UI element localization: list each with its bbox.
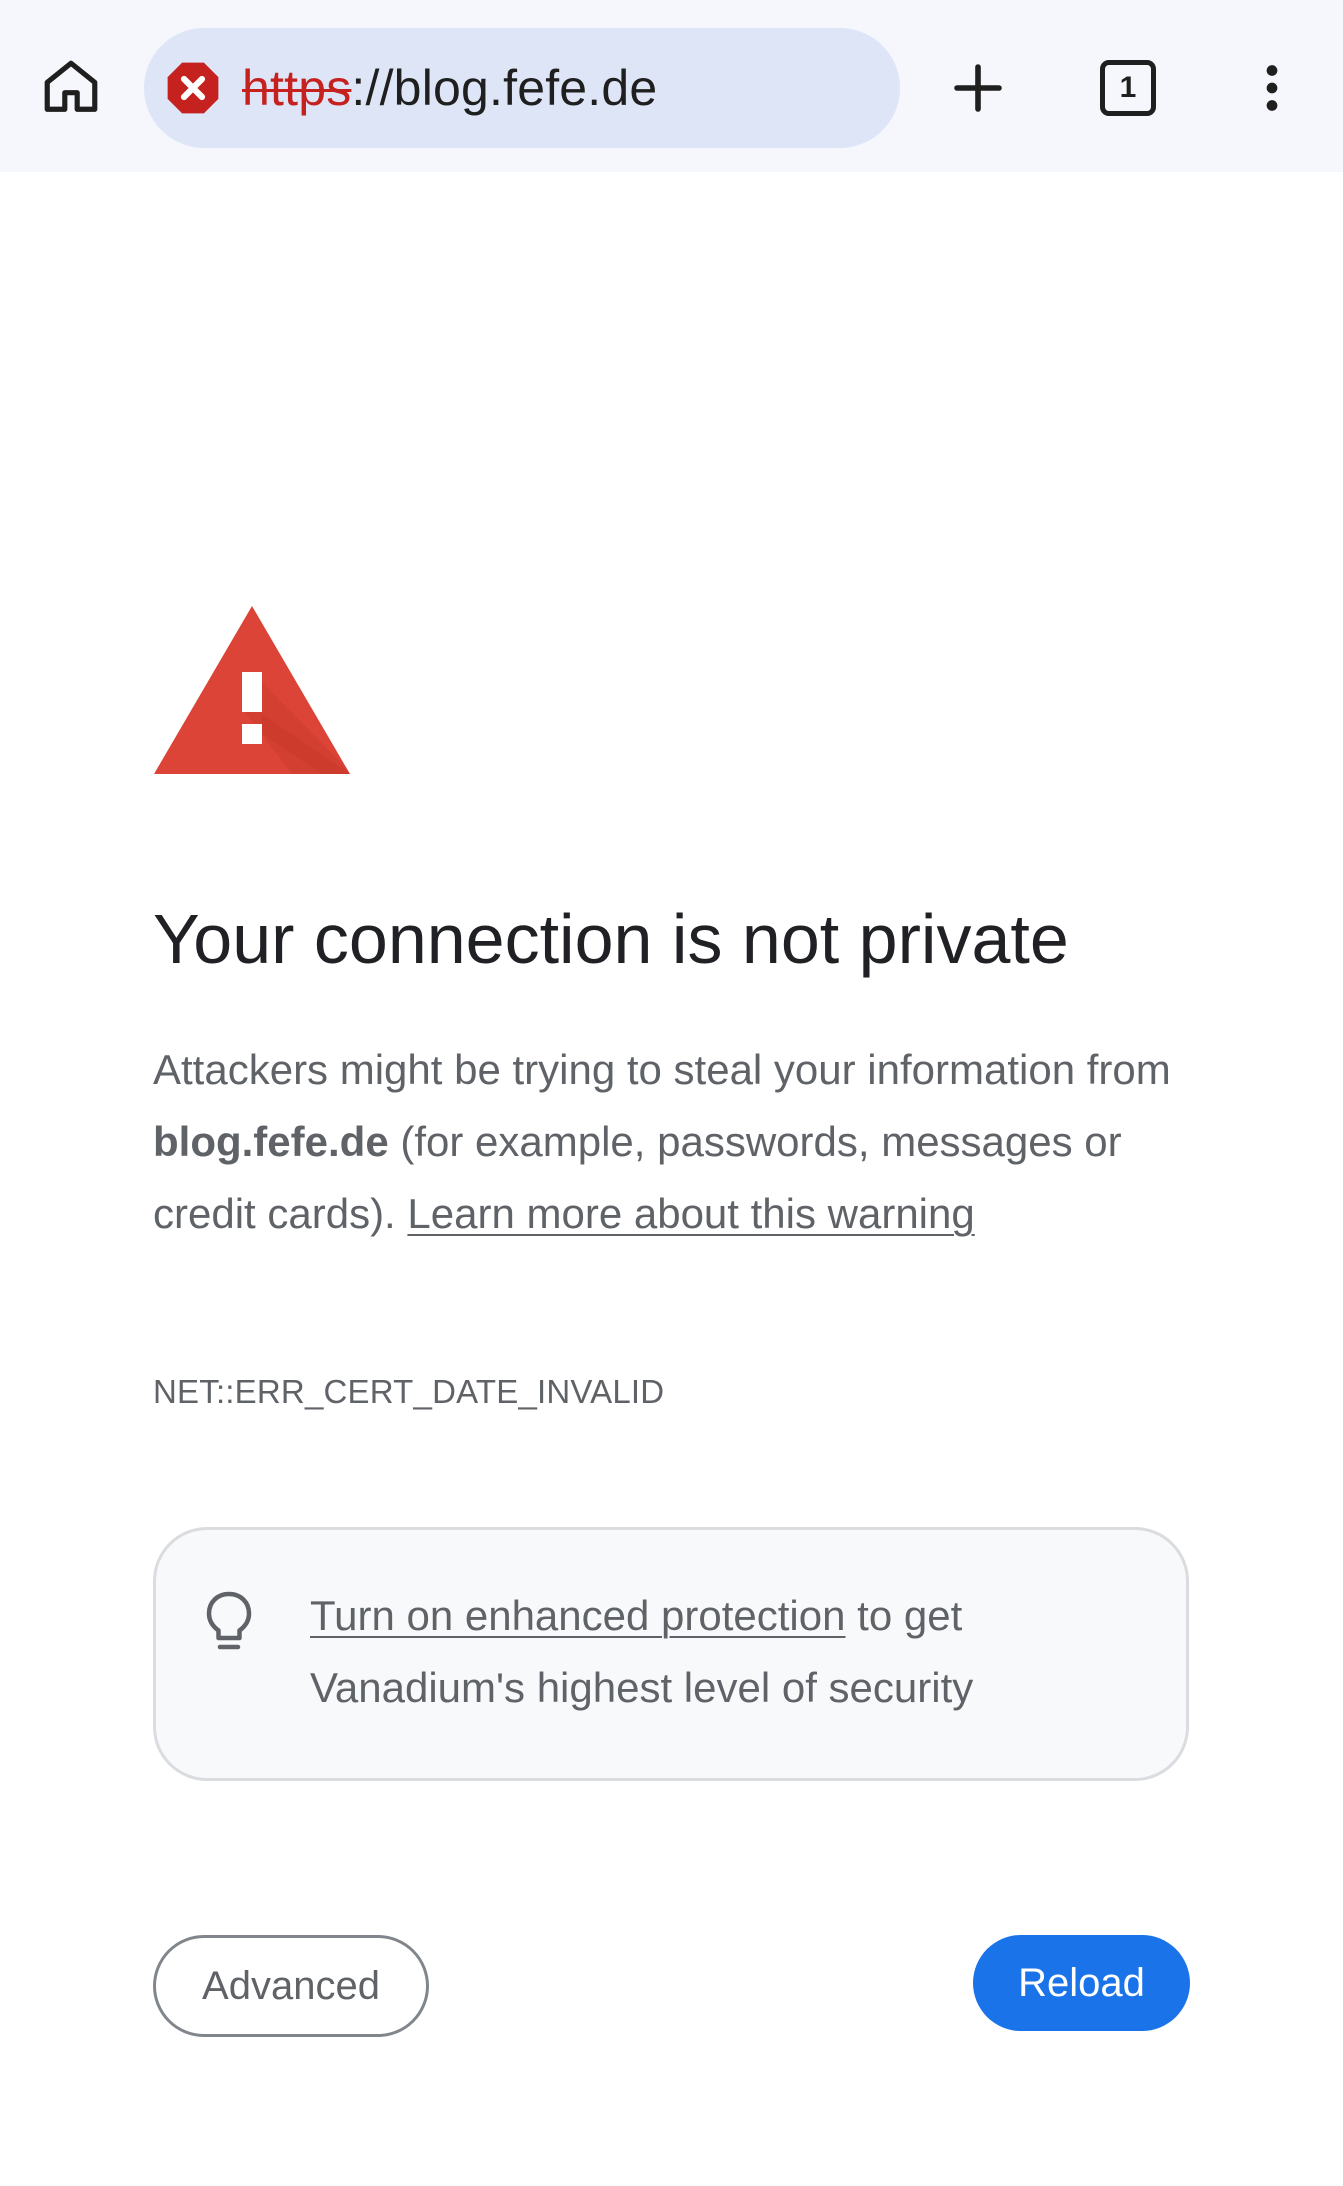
warning-triangle-icon <box>154 606 350 774</box>
tab-switcher-button[interactable]: 1 <box>1092 52 1164 124</box>
enhanced-protection-card: Turn on enhanced protection to get Vanad… <box>153 1527 1189 1781</box>
menu-button[interactable] <box>1236 52 1308 124</box>
url-scheme: https <box>242 60 352 116</box>
enhanced-protection-text: Turn on enhanced protection to get Vanad… <box>310 1580 1140 1724</box>
tab-count: 1 <box>1100 60 1156 116</box>
enhanced-protection-link[interactable]: Turn on enhanced protection <box>310 1592 845 1639</box>
learn-more-link[interactable]: Learn more about this warning <box>407 1190 974 1237</box>
address-bar[interactable]: https://blog.fefe.de <box>144 28 900 148</box>
description-prefix: Attackers might be trying to steal your … <box>153 1046 1171 1093</box>
new-tab-button[interactable] <box>942 52 1014 124</box>
lightbulb-icon <box>206 1591 252 1650</box>
plus-icon <box>954 64 1002 112</box>
description-domain: blog.fefe.de <box>153 1118 389 1165</box>
url-host: ://blog.fefe.de <box>351 60 658 116</box>
warning-description: Attackers might be trying to steal your … <box>153 1034 1193 1250</box>
not-secure-icon[interactable] <box>164 59 222 117</box>
more-vert-icon <box>1266 65 1278 111</box>
reload-button[interactable]: Reload <box>973 1935 1190 2031</box>
home-icon <box>44 60 98 112</box>
error-code: NET::ERR_CERT_DATE_INVALID <box>153 1373 665 1410</box>
url-text: https://blog.fefe.de <box>242 59 657 117</box>
home-button[interactable] <box>35 50 107 122</box>
browser-toolbar: https://blog.fefe.de 1 <box>0 0 1343 172</box>
advanced-button[interactable]: Advanced <box>153 1935 429 2037</box>
page-title: Your connection is not private <box>153 900 1069 978</box>
